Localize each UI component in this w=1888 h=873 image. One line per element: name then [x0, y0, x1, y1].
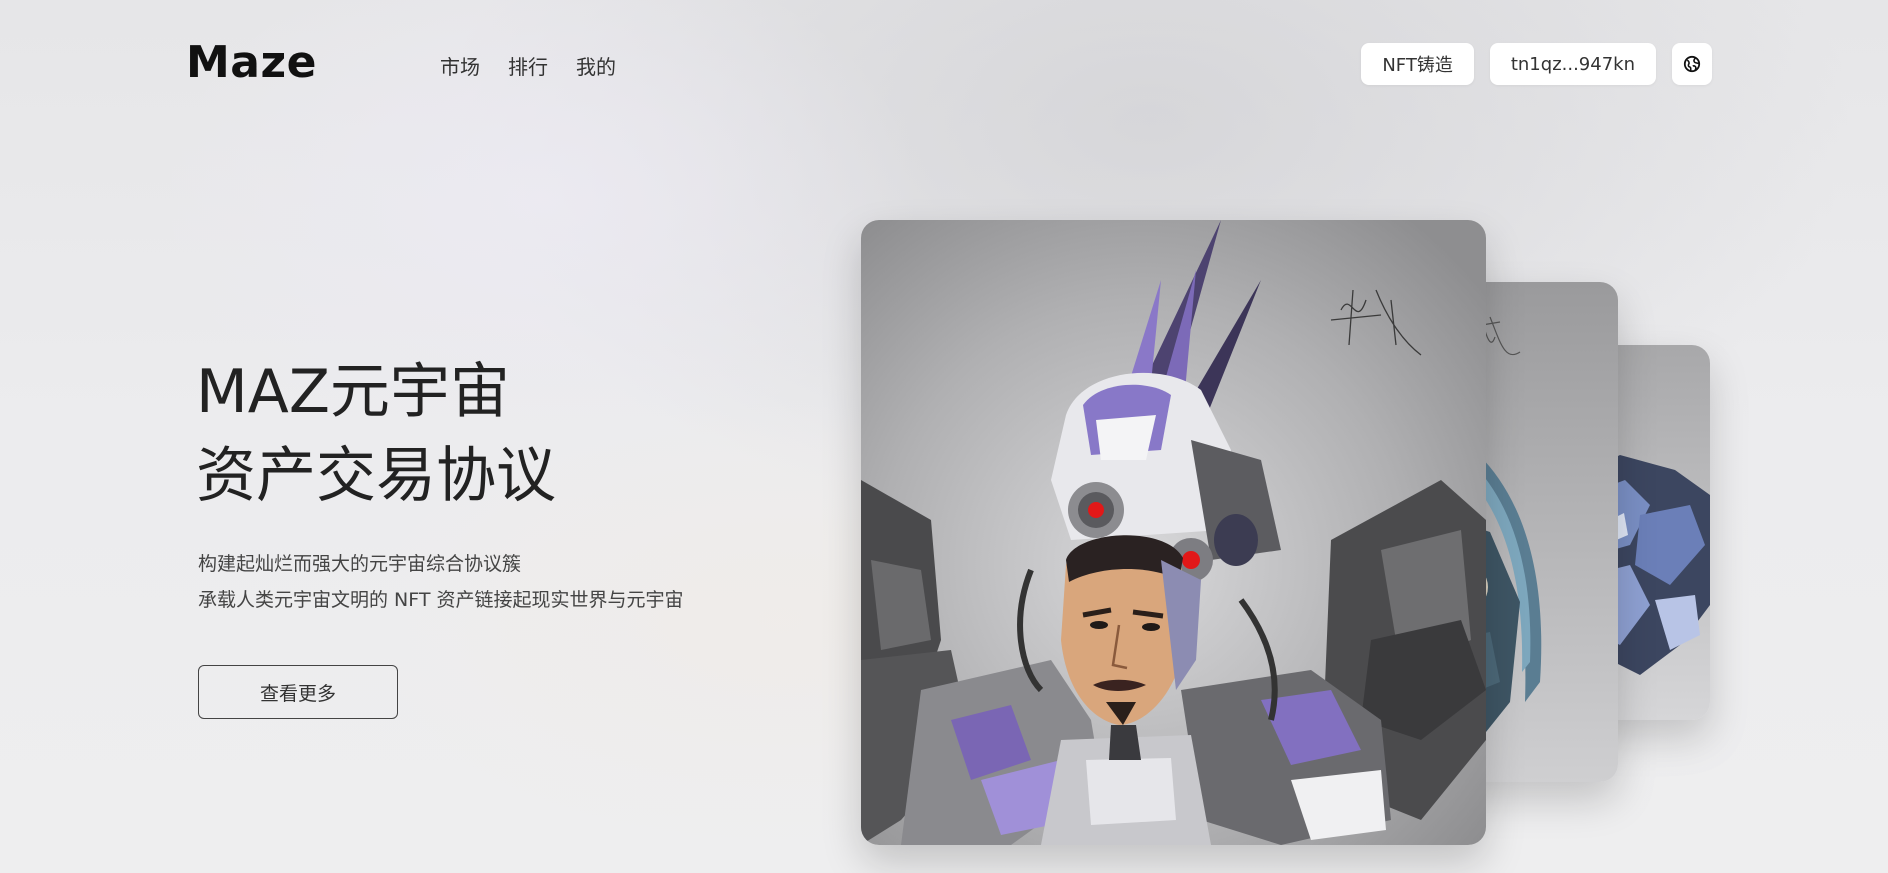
hero-title: MAZ元宇宙 资产交易协议	[196, 350, 556, 518]
hero-subtitle-line-1: 构建起灿烂而强大的元宇宙综合协议簇	[198, 553, 522, 575]
mecha-character-artwork	[861, 220, 1486, 845]
maze-logo[interactable]: Maze	[186, 36, 317, 90]
hero-subtitle-line-2: 承载人类元宇宙文明的 NFT 资产链接起现实世界与元宇宙	[198, 589, 684, 611]
language-button[interactable]	[1672, 43, 1712, 85]
nav-item-ranking[interactable]: 排行	[508, 54, 548, 80]
main-nav: 市场 排行 我的	[440, 54, 616, 80]
hero-title-line-2: 资产交易协议	[196, 441, 556, 511]
header-actions: NFT铸造 tn1qz...947kn	[1361, 43, 1712, 85]
hero-title-line-1: MAZ元宇宙	[196, 357, 510, 427]
top-navigation-bar: Maze 市场 排行 我的 NFT铸造 tn1qz...947kn	[0, 0, 1888, 120]
wallet-address-button[interactable]: tn1qz...947kn	[1489, 43, 1656, 85]
nav-item-market[interactable]: 市场	[440, 54, 480, 80]
view-more-button[interactable]: 查看更多	[198, 665, 398, 719]
nft-card-mecha-character[interactable]	[861, 220, 1486, 845]
nft-mint-button[interactable]: NFT铸造	[1361, 43, 1474, 85]
globe-icon	[1683, 55, 1701, 73]
hero-subtitle: 构建起灿烂而强大的元宇宙综合协议簇 承载人类元宇宙文明的 NFT 资产链接起现实…	[198, 546, 684, 618]
nav-item-mine[interactable]: 我的	[576, 54, 616, 80]
